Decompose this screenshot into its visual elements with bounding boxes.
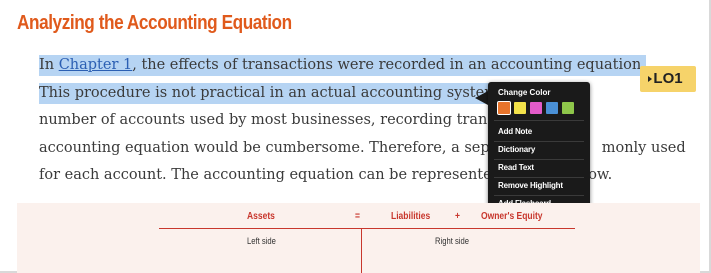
swatch-pink[interactable] bbox=[530, 102, 542, 114]
swatch-blue[interactable] bbox=[546, 102, 558, 114]
paragraph-line-3: number of accounts used by most business… bbox=[39, 112, 518, 128]
swatch-orange[interactable] bbox=[497, 101, 511, 115]
owners-equity-label: Owner's Equity bbox=[481, 211, 543, 222]
swatch-green[interactable] bbox=[562, 102, 574, 114]
change-color-label: Change Color bbox=[498, 88, 551, 97]
equation-rule bbox=[159, 228, 575, 229]
add-note-item[interactable]: Add Note bbox=[498, 127, 532, 136]
learning-objective-badge[interactable]: LO1 bbox=[640, 66, 696, 92]
line4-start: accounting equation would be cumbersome.… bbox=[39, 139, 520, 156]
text-highlight[interactable]: In Chapter 1, the effects of transaction… bbox=[39, 55, 646, 76]
equation-table: Assets = Liabilities + Owner's Equity Le… bbox=[159, 203, 575, 273]
menu-divider bbox=[494, 195, 584, 196]
paragraph-line-1: In Chapter 1, the effects of transaction… bbox=[39, 52, 689, 80]
line1-prefix: In bbox=[39, 57, 59, 73]
menu-divider bbox=[494, 177, 584, 178]
highlight-context-menu: Change Color Add Note Dictionary Read Te… bbox=[488, 82, 590, 213]
swatch-yellow[interactable] bbox=[514, 102, 526, 114]
assets-label: Assets bbox=[247, 211, 275, 222]
dictionary-item[interactable]: Dictionary bbox=[498, 145, 535, 154]
accounting-equation-figure: Assets = Liabilities + Owner's Equity Le… bbox=[17, 203, 700, 273]
section-heading: Analyzing the Accounting Equation bbox=[17, 12, 292, 34]
menu-divider bbox=[494, 141, 584, 142]
right-side-label: Right side bbox=[435, 236, 470, 246]
equation-divider bbox=[361, 228, 362, 273]
equals-sign: = bbox=[355, 211, 360, 222]
menu-pointer bbox=[475, 91, 488, 105]
menu-divider bbox=[494, 120, 584, 121]
line5-start: for each account. The accounting equatio… bbox=[39, 167, 522, 183]
menu-divider bbox=[494, 159, 584, 160]
remove-highlight-item[interactable]: Remove Highlight bbox=[498, 181, 563, 190]
paragraph-line-5: for each account. The accounting equatio… bbox=[39, 162, 689, 190]
read-text-item[interactable]: Read Text bbox=[498, 163, 534, 172]
paragraph-line-4: accounting equation would be cumbersome.… bbox=[39, 135, 689, 163]
paragraph-line-2: This procedure is not practical in an ac… bbox=[39, 80, 689, 108]
line1-rest: , the effects of transactions were recor… bbox=[132, 57, 646, 73]
plus-sign: + bbox=[455, 211, 460, 222]
text-highlight[interactable]: This procedure is not practical in an ac… bbox=[39, 82, 503, 104]
liabilities-label: Liabilities bbox=[391, 211, 431, 222]
body-paragraph: In Chapter 1, the effects of transaction… bbox=[39, 52, 689, 190]
chapter-1-link[interactable]: Chapter 1 bbox=[59, 57, 133, 73]
left-side-label: Left side bbox=[247, 236, 276, 246]
line4-end: monly used bbox=[601, 139, 686, 156]
